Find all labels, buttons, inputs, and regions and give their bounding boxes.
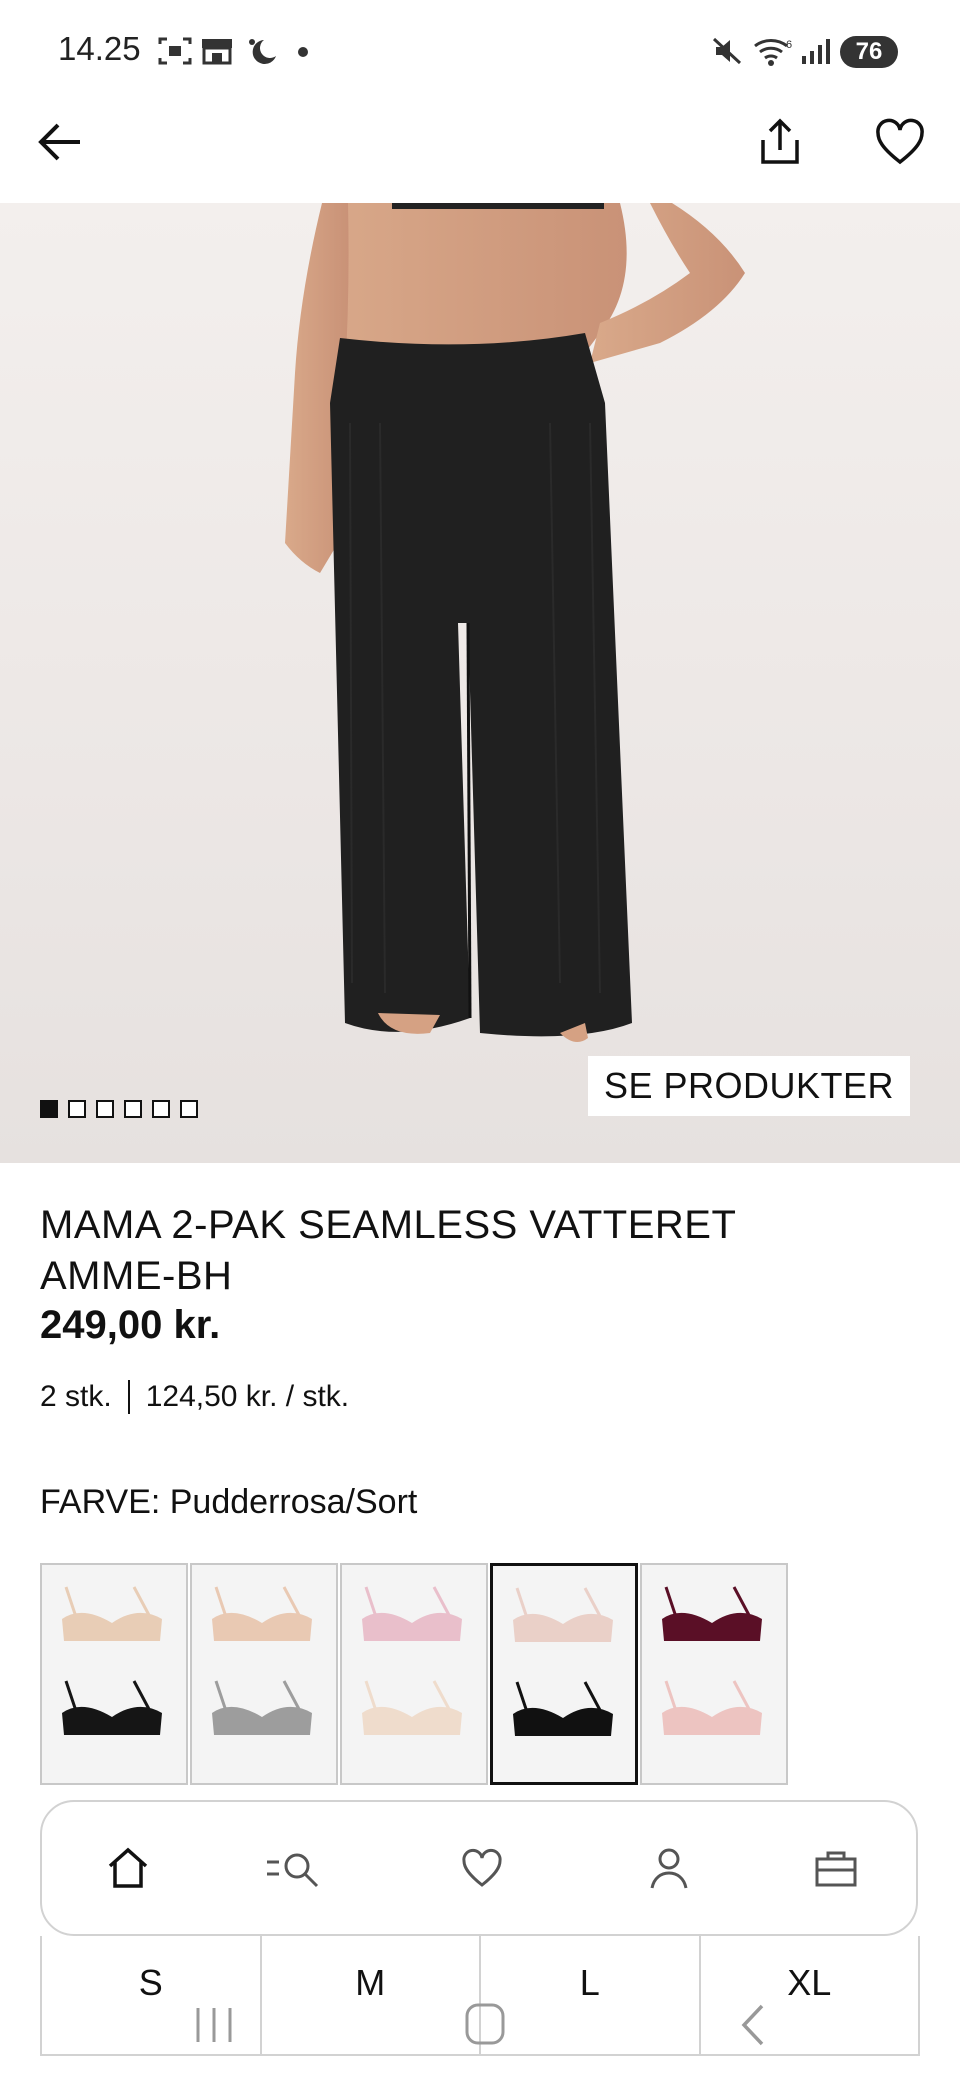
product-title: MAMA 2-PAK SEAMLESS VATTERET AMME-BH — [40, 1203, 736, 1298]
size-option[interactable]: L — [481, 1936, 701, 2054]
svg-text:6: 6 — [786, 39, 792, 51]
search-filter-icon — [267, 1853, 319, 1888]
bra-thumbnail — [362, 1586, 462, 1735]
status-bar: 14.25 6 76 — [0, 0, 960, 100]
pagination-dot[interactable] — [152, 1100, 170, 1118]
size-option[interactable]: M — [262, 1936, 481, 2054]
bra-thumbnail — [662, 1586, 762, 1735]
mute-icon — [712, 37, 742, 65]
nav-favorites-button[interactable] — [450, 1836, 514, 1900]
pagination-dot[interactable] — [96, 1100, 114, 1118]
recent-apps-icon[interactable] — [190, 2000, 240, 2050]
image-pagination[interactable] — [40, 1100, 198, 1118]
moon-icon — [249, 39, 276, 64]
pagination-dot[interactable] — [124, 1100, 142, 1118]
color-swatches — [40, 1563, 790, 1785]
share-button[interactable] — [750, 112, 810, 172]
heart-icon — [462, 1848, 502, 1887]
nav-home-button[interactable] — [96, 1836, 160, 1900]
model-photo — [285, 203, 745, 1042]
nav-bag-button[interactable] — [804, 1836, 868, 1900]
pagination-dot[interactable] — [40, 1100, 58, 1118]
product-price: 249,00 kr. — [40, 1303, 221, 1347]
shopping-bag-icon — [815, 1851, 857, 1887]
bra-thumbnail — [62, 1586, 162, 1735]
status-time: 14.25 — [58, 30, 141, 67]
nav-search-button[interactable] — [262, 1836, 326, 1900]
system-back-icon[interactable] — [730, 2000, 780, 2050]
color-swatch[interactable] — [190, 1563, 338, 1785]
heart-icon — [876, 118, 924, 165]
profile-icon — [650, 1848, 688, 1889]
home-button-icon[interactable] — [460, 2000, 510, 2050]
see-products-button[interactable]: SE PRODUKTER — [588, 1056, 910, 1116]
pagination-dot[interactable] — [180, 1100, 198, 1118]
store-icon — [202, 39, 232, 65]
divider — [127, 1380, 130, 1414]
unit-price: 124,50 kr. / stk. — [145, 1380, 350, 1413]
home-icon — [108, 1847, 148, 1888]
bottom-navigation — [40, 1800, 918, 1936]
wifi-icon: 6 — [754, 39, 792, 66]
battery-indicator: 76 — [840, 36, 898, 68]
notification-dot — [298, 47, 308, 57]
color-swatch[interactable] — [490, 1563, 638, 1785]
color-swatch[interactable] — [640, 1563, 788, 1785]
pagination-dot[interactable] — [68, 1100, 86, 1118]
color-label: FARVE: Pudderrosa/Sort — [40, 1483, 418, 1521]
color-swatch[interactable] — [40, 1563, 188, 1785]
quantity-info: 2 stk. 124,50 kr. / stk. — [40, 1380, 349, 1414]
color-swatch[interactable] — [340, 1563, 488, 1785]
share-icon — [761, 118, 799, 164]
product-image[interactable] — [0, 203, 960, 1163]
pack-quantity: 2 stk. — [40, 1380, 112, 1413]
signal-icon — [802, 39, 830, 64]
back-button[interactable] — [30, 112, 90, 172]
nav-account-button[interactable] — [637, 1836, 701, 1900]
bra-thumbnail — [212, 1586, 312, 1735]
screenshot-icon — [158, 37, 192, 65]
bra-thumbnail — [513, 1587, 613, 1736]
arrow-left-icon — [38, 123, 80, 161]
favorite-button[interactable] — [870, 112, 930, 172]
